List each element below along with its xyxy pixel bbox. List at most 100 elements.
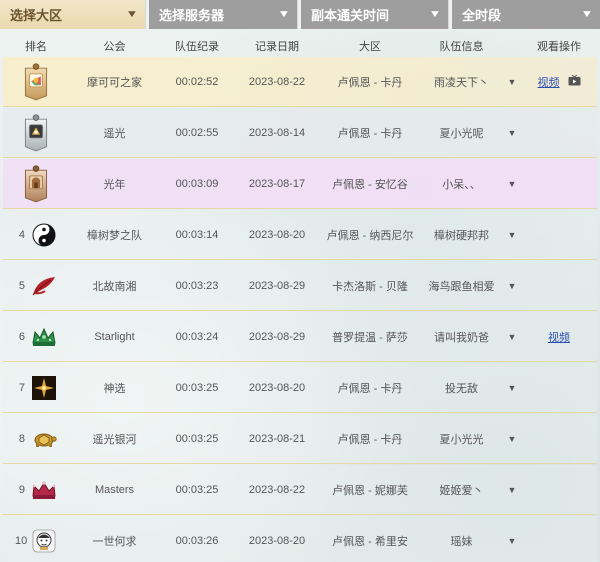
table-row: 5 北故南湘 00:03:23 2023-08-29 卡杰洛斯 - 贝隆 海鸟跟鱼相爱 ▼ xyxy=(3,261,597,311)
clear-time-select-label: 副本通关时间 xyxy=(311,8,390,23)
record-date: 2023-08-20 xyxy=(248,381,306,394)
guild-name: 一世何求 xyxy=(92,535,137,548)
record-date: 2023-08-22 xyxy=(248,75,306,88)
video-link[interactable]: 视频 xyxy=(538,74,560,90)
period-select-label: 全时段 xyxy=(462,8,502,23)
guild-name: 北故南湘 xyxy=(92,280,137,293)
rank-cell: 7 xyxy=(3,375,69,401)
region-server: 普罗提温 - 萨莎 xyxy=(332,331,408,344)
guild-name: 光年 xyxy=(103,178,126,191)
chevron-down-icon: ▼ xyxy=(125,9,139,20)
col-watch: 观看操作 xyxy=(537,41,581,53)
team-info: 投无敌 xyxy=(445,382,478,395)
guild-name: 遥光 xyxy=(103,127,126,140)
table-row: 光年 00:03:09 2023-08-17 卢佩恩 - 安忆谷 小呆、、 ▼ xyxy=(3,159,597,209)
chevron-down-icon: ▼ xyxy=(428,9,442,20)
team-record: 00:03:23 xyxy=(175,279,219,292)
record-date: 2023-08-21 xyxy=(248,432,306,445)
watch-cell: 视频 xyxy=(521,329,597,345)
server-select[interactable]: 选择服务器 ▼ xyxy=(149,0,298,29)
watch-cell: 视频 xyxy=(521,74,597,90)
record-date: 2023-08-20 xyxy=(248,534,306,547)
table-row: 8 遥光银河 00:03:25 2023-08-21 卢佩恩 - 卡丹 夏小光光 ▼ xyxy=(3,414,597,464)
col-time: 队伍纪录 xyxy=(175,41,219,53)
team-record: 00:03:25 xyxy=(175,432,219,445)
record-date: 2023-08-17 xyxy=(248,177,306,190)
golden-turtle-icon xyxy=(31,426,57,452)
expand-arrow-icon[interactable]: ▼ xyxy=(503,281,521,291)
record-date: 2023-08-20 xyxy=(248,228,306,241)
guild-name: 遥光银河 xyxy=(92,433,137,446)
record-date: 2023-08-29 xyxy=(248,279,306,292)
col-region: 大区 xyxy=(359,41,381,53)
expand-arrow-icon[interactable]: ▼ xyxy=(503,128,521,138)
team-info: 小呆、、 xyxy=(442,178,481,191)
team-record: 00:03:24 xyxy=(175,330,219,343)
expand-arrow-icon[interactable]: ▼ xyxy=(503,434,521,444)
expand-arrow-icon[interactable]: ▼ xyxy=(503,332,521,342)
expand-arrow-icon[interactable]: ▼ xyxy=(503,77,521,87)
region-server: 卢佩恩 - 卡丹 xyxy=(337,382,403,395)
clear-time-select[interactable]: 副本通关时间 ▼ xyxy=(301,0,449,29)
expand-arrow-icon[interactable]: ▼ xyxy=(503,230,521,240)
server-select-label: 选择服务器 xyxy=(159,8,225,23)
expand-arrow-icon[interactable]: ▼ xyxy=(503,485,521,495)
tv-icon[interactable] xyxy=(568,74,581,89)
gold-medal-badge-icon xyxy=(23,62,49,100)
team-info: 夏小光光 xyxy=(439,433,484,446)
guild-name: Starlight xyxy=(94,330,135,343)
chevron-down-icon: ▼ xyxy=(580,9,594,20)
col-info: 队伍信息 xyxy=(439,41,484,53)
col-date: 记录日期 xyxy=(255,41,299,53)
table-row: 遥光 00:02:55 2023-08-14 卢佩恩 - 卡丹 夏小光呢 ▼ xyxy=(3,108,597,158)
rank-number: 6 xyxy=(18,330,25,343)
col-rank: 排名 xyxy=(25,41,47,53)
chevron-down-icon: ▼ xyxy=(277,9,291,20)
team-record: 00:03:25 xyxy=(175,483,219,496)
team-info: 夏小光呢 xyxy=(439,127,484,140)
rank-cell xyxy=(3,62,69,100)
rank-number: 8 xyxy=(18,432,25,445)
rank-cell: 5 xyxy=(3,273,69,299)
table-row: 9 Masters 00:03:25 2023-08-22 卢佩恩 - 妮娜芙 姬姬爱丶 ▼ xyxy=(3,465,597,515)
table-row: 摩可可之家 00:02:52 2023-08-22 卢佩恩 - 卡丹 雨凌天下丶 ▼ 视频 xyxy=(3,57,597,107)
video-link[interactable]: 视频 xyxy=(548,329,570,345)
record-date: 2023-08-22 xyxy=(248,483,306,496)
period-select[interactable]: 全时段 ▼ xyxy=(452,0,600,29)
team-info: 雨凌天下丶 xyxy=(434,76,489,89)
team-record: 00:02:52 xyxy=(175,75,219,88)
col-guild: 公会 xyxy=(103,41,126,53)
rank-number: 5 xyxy=(18,279,25,292)
region-server: 卢佩恩 - 卡丹 xyxy=(337,433,403,446)
region-select-label: 选择大区 xyxy=(10,8,63,23)
region-select[interactable]: 选择大区 ▼ xyxy=(0,0,146,29)
expand-arrow-icon[interactable]: ▼ xyxy=(503,383,521,393)
rank-number: 10 xyxy=(15,534,28,547)
golden-star-icon xyxy=(31,375,57,401)
table-header: 排名 公会 队伍纪录 记录日期 大区 队伍信息 观看操作 xyxy=(3,35,597,57)
team-record: 00:03:26 xyxy=(175,534,219,547)
table-row: 7 神选 00:03:25 2023-08-20 卢佩恩 - 卡丹 投无敌 ▼ xyxy=(3,363,597,413)
team-record: 00:02:55 xyxy=(175,126,219,139)
guild-name: 摩可可之家 xyxy=(87,76,142,89)
region-server: 卢佩恩 - 妮娜芙 xyxy=(332,484,408,497)
team-info: 瑶妹 xyxy=(450,535,473,548)
filter-bar: 选择大区 ▼ 选择服务器 ▼ 副本通关时间 ▼ 全时段 ▼ xyxy=(0,0,600,30)
yin-yang-icon xyxy=(31,222,57,248)
rank-number: 7 xyxy=(18,381,25,394)
rank-cell: 9 xyxy=(3,477,69,503)
ranking-table: 排名 公会 队伍纪录 记录日期 大区 队伍信息 观看操作 摩可可之家 00:02:… xyxy=(3,35,597,562)
rank-number: 9 xyxy=(18,483,25,496)
guild-name: 神选 xyxy=(103,382,126,395)
rank-cell xyxy=(3,164,69,202)
guild-name: Masters xyxy=(94,483,135,496)
bronze-medal-badge-icon xyxy=(23,164,49,202)
expand-arrow-icon[interactable]: ▼ xyxy=(503,536,521,546)
rank-cell xyxy=(3,113,69,151)
silver-medal-badge-icon xyxy=(23,113,49,151)
rank-cell: 4 xyxy=(3,222,69,248)
rank-cell: 8 xyxy=(3,426,69,452)
team-record: 00:03:25 xyxy=(175,381,219,394)
expand-arrow-icon[interactable]: ▼ xyxy=(503,179,521,189)
region-server: 卢佩恩 - 卡丹 xyxy=(337,76,403,89)
